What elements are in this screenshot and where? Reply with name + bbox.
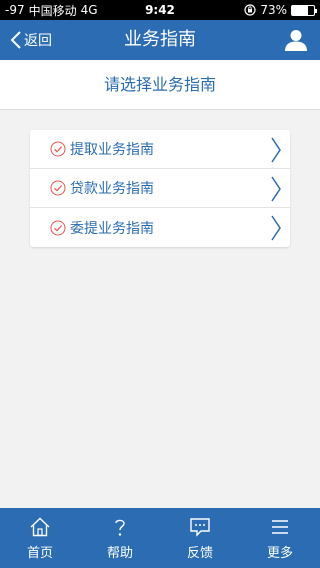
chevron-right-icon: [271, 215, 281, 241]
user-icon[interactable]: [284, 28, 308, 52]
help-icon: [115, 519, 125, 536]
battery-fill: [292, 5, 309, 15]
network-type: 4G: [80, 3, 98, 17]
guide-item-label: 提取业务指南: [70, 142, 154, 158]
guide-item-label: 贷款业务指南: [70, 181, 154, 197]
guide-list: 提取业务指南 贷款业务指南 委提业务指南: [30, 130, 290, 247]
tab-feedback-label: 反馈: [186, 546, 213, 561]
check-circle-icon: [50, 180, 66, 196]
tab-feedback[interactable]: 反馈: [160, 508, 240, 568]
status-right: 73%: [244, 3, 317, 17]
tab-home-label: 首页: [26, 546, 53, 561]
back-label: 返回: [24, 33, 52, 49]
status-bar: -97 中国移动 4G 9:42 73%: [0, 0, 320, 20]
battery-percent: 73%: [260, 3, 287, 17]
battery-icon: [291, 4, 317, 16]
guide-item-withdrawal[interactable]: 提取业务指南: [30, 130, 290, 169]
guide-item-entrusted-withdrawal[interactable]: 委提业务指南: [30, 208, 290, 247]
chevron-right-icon: [271, 137, 281, 163]
nav-bar: 返回 业务指南: [0, 20, 320, 60]
chevron-right-icon: [271, 176, 281, 202]
check-circle-icon: [50, 141, 66, 157]
tab-help[interactable]: 帮助: [80, 508, 160, 568]
menu-icon: [272, 520, 288, 534]
section-heading: 请选择业务指南: [0, 60, 320, 110]
screen: -97 中国移动 4G 9:42 73% 返回 业务指南 请选择业务指南 提取业…: [0, 0, 320, 568]
home-icon: [30, 517, 50, 537]
guide-item-loan[interactable]: 贷款业务指南: [30, 169, 290, 208]
chevron-left-icon: [10, 31, 21, 49]
check-circle-icon: [50, 220, 66, 235]
carrier-name: 中国移动: [28, 3, 77, 18]
tab-help-label: 帮助: [106, 546, 133, 561]
rotation-lock-icon: [244, 4, 256, 16]
status-left: -97 中国移动 4G: [5, 2, 244, 19]
tab-bar: 首页 帮助 反馈 更多: [0, 508, 320, 568]
feedback-icon: [190, 518, 210, 537]
signal-strength: -97: [5, 3, 25, 17]
tab-more-label: 更多: [266, 546, 293, 561]
tab-home[interactable]: 首页: [0, 508, 80, 568]
guide-item-label: 委提业务指南: [70, 220, 154, 237]
back-button[interactable]: 返回: [10, 20, 52, 60]
tab-more[interactable]: 更多: [240, 508, 320, 568]
